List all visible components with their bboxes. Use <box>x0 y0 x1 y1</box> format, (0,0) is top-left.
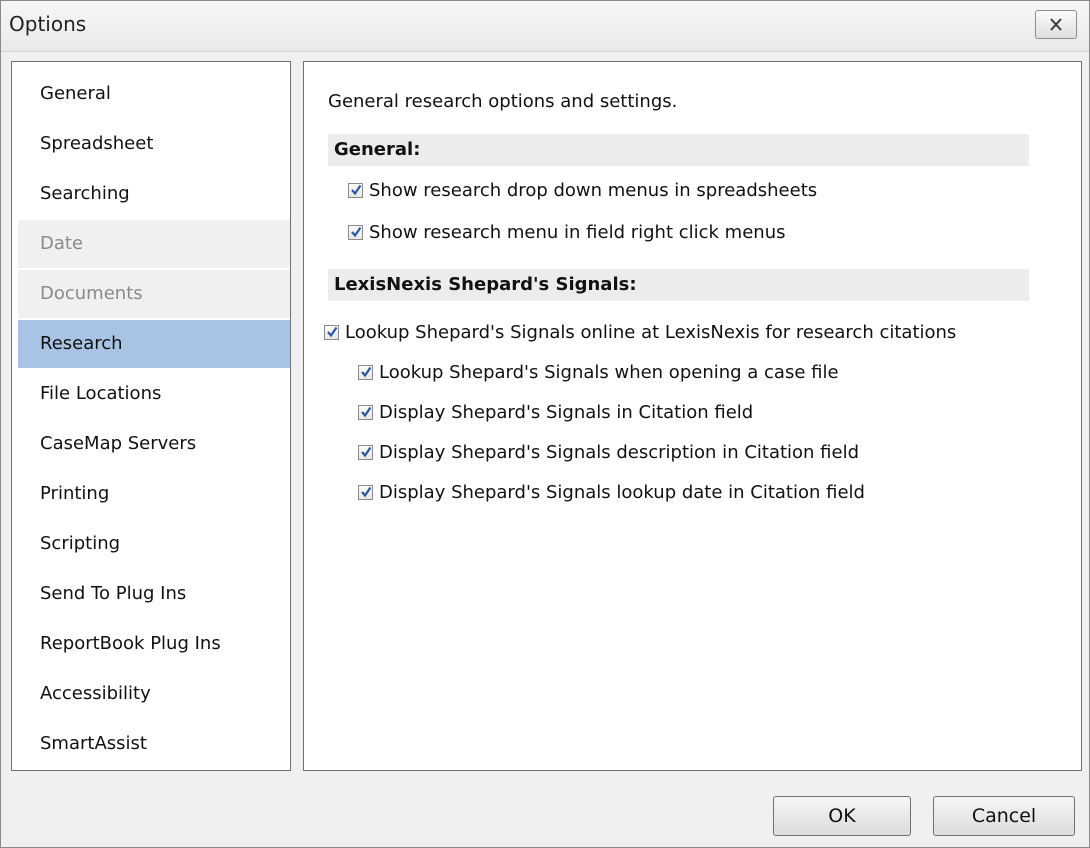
nav-item-casemap-servers[interactable]: CaseMap Servers <box>18 420 290 468</box>
research-options-panel: General research options and settings. G… <box>303 61 1082 771</box>
nav-item-accessibility[interactable]: Accessibility <box>18 670 290 718</box>
checkmark-icon <box>351 184 362 195</box>
close-button[interactable] <box>1035 10 1077 39</box>
nav-item-searching[interactable]: Searching <box>18 170 290 218</box>
checkmark-icon <box>361 366 372 377</box>
title-bar: Options <box>1 1 1089 52</box>
checkmark-icon <box>361 486 372 497</box>
checkbox-label: Display Shepard's Signals in Citation fi… <box>379 401 754 423</box>
checkmark-icon <box>361 446 372 457</box>
checkbox-label: Display Shepard's Signals description in… <box>379 441 860 463</box>
nav-item-file-locations[interactable]: File Locations <box>18 370 290 418</box>
checkbox-show-research-menu[interactable]: Show research menu in field right click … <box>348 217 785 247</box>
checkbox-label: Display Shepard's Signals lookup date in… <box>379 481 865 503</box>
checkbox-label: Lookup Shepard's Signals when opening a … <box>379 361 839 383</box>
checkbox-label: Lookup Shepard's Signals online at Lexis… <box>345 321 957 343</box>
options-category-list: General Spreadsheet Searching Date Docum… <box>11 61 291 771</box>
nav-item-date[interactable]: Date <box>18 220 290 268</box>
checkbox-label: Show research drop down menus in spreads… <box>369 179 818 201</box>
checkbox-box[interactable] <box>358 364 373 380</box>
checkbox-box[interactable] <box>358 444 373 460</box>
cancel-button[interactable]: Cancel <box>933 796 1075 836</box>
checkbox-display-lookup-date[interactable]: Display Shepard's Signals lookup date in… <box>358 477 865 507</box>
checkbox-display-description[interactable]: Display Shepard's Signals description in… <box>358 437 859 467</box>
checkbox-label: Show research menu in field right click … <box>369 221 786 243</box>
checkbox-box[interactable] <box>348 224 363 240</box>
ok-button[interactable]: OK <box>773 796 911 836</box>
nav-item-documents[interactable]: Documents <box>18 270 290 318</box>
nav-item-scripting[interactable]: Scripting <box>18 520 290 568</box>
nav-item-research[interactable]: Research <box>18 320 290 368</box>
checkbox-box[interactable] <box>348 182 363 198</box>
checkmark-icon <box>351 226 362 237</box>
checkbox-box[interactable] <box>324 324 339 340</box>
checkbox-box[interactable] <box>358 484 373 500</box>
checkbox-lookup-shepards-online[interactable]: Lookup Shepard's Signals online at Lexis… <box>324 317 956 347</box>
checkmark-icon <box>327 326 338 337</box>
panel-description: General research options and settings. <box>328 91 678 112</box>
close-icon <box>1050 18 1062 31</box>
checkbox-show-research-dropdowns[interactable]: Show research drop down menus in spreads… <box>348 175 817 205</box>
checkbox-lookup-on-open[interactable]: Lookup Shepard's Signals when opening a … <box>358 357 839 387</box>
checkbox-display-signals[interactable]: Display Shepard's Signals in Citation fi… <box>358 397 753 427</box>
checkmark-icon <box>361 406 372 417</box>
nav-item-send-to-plug-ins[interactable]: Send To Plug Ins <box>18 570 290 618</box>
shepards-section-heading: LexisNexis Shepard's Signals: <box>328 269 1029 301</box>
general-section-heading: General: <box>328 134 1029 166</box>
options-dialog: Options General Spreadsheet Searching Da… <box>0 0 1090 848</box>
nav-item-reportbook-plug-ins[interactable]: ReportBook Plug Ins <box>18 620 290 668</box>
nav-item-smartassist[interactable]: SmartAssist <box>18 720 290 768</box>
nav-item-spreadsheet[interactable]: Spreadsheet <box>18 120 290 168</box>
checkbox-box[interactable] <box>358 404 373 420</box>
nav-item-printing[interactable]: Printing <box>18 470 290 518</box>
window-title: Options <box>9 12 87 36</box>
nav-item-general[interactable]: General <box>18 70 290 118</box>
